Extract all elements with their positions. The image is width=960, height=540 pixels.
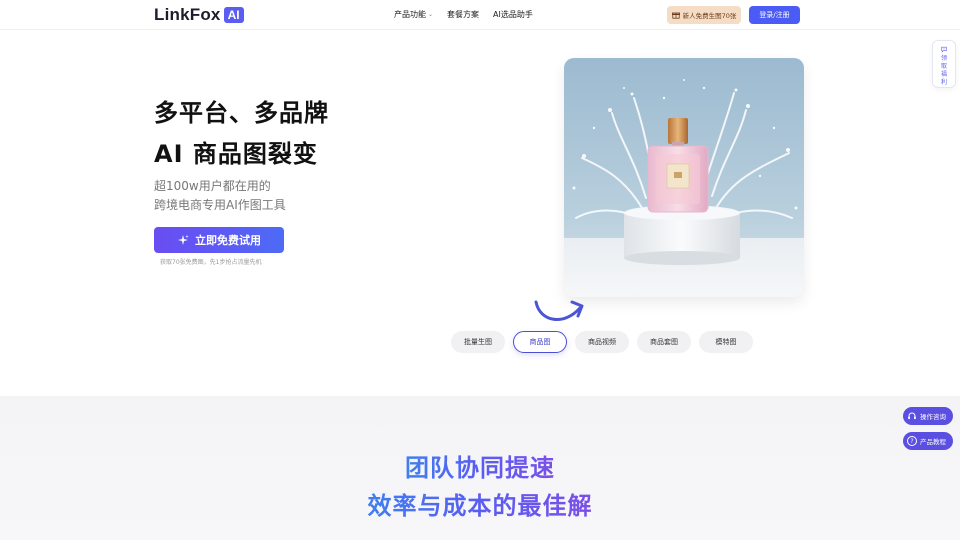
- main-nav: 产品功能 ⌄ 套餐方案 AI选品助手: [394, 9, 533, 20]
- welfare-label: 领取福利: [940, 55, 947, 86]
- hero-subtitle-line1: 超100w用户都在用的: [154, 179, 271, 193]
- tab-product-video[interactable]: 商品视频: [575, 331, 629, 353]
- cta-label: 立即免费试用: [195, 234, 261, 247]
- product-tutorial-button[interactable]: ? 产品教程: [903, 432, 953, 450]
- hero-subtitle-line2: 跨境电商专用AI作图工具: [154, 198, 286, 212]
- consult-label: 操作咨询: [920, 413, 946, 421]
- feature-tabs: 批量生图 商品图 商品视频 商品套图 模特图: [451, 331, 753, 353]
- nav-item-label: 产品功能: [394, 10, 426, 19]
- logo[interactable]: LinkFox AI: [154, 5, 244, 25]
- top-nav-bar: LinkFox AI 产品功能 ⌄ 套餐方案 AI选品助手 新人免费生图70张 …: [0, 0, 960, 30]
- curved-arrow-icon: [534, 300, 584, 321]
- nav-item-label: AI选品助手: [493, 10, 533, 19]
- nav-item-pricing[interactable]: 套餐方案: [447, 9, 479, 20]
- free-trial-button[interactable]: 立即免费试用: [154, 227, 284, 253]
- gift-icon: [671, 12, 680, 19]
- section-title-line1: 团队协同提速: [0, 448, 960, 483]
- tab-batch-generate[interactable]: 批量生图: [451, 331, 505, 353]
- nav-item-label: 套餐方案: [447, 10, 480, 19]
- logo-text: LinkFox: [154, 5, 221, 24]
- welfare-widget[interactable]: 领取福利: [932, 40, 956, 88]
- headset-icon: [908, 412, 916, 420]
- chevron-down-icon: ⌄: [428, 11, 434, 18]
- section-title-line1-text: 团队协同提速: [405, 454, 555, 482]
- help-icon: ?: [907, 436, 917, 446]
- section-title-line2-text: 效率与成本的最佳解: [367, 492, 593, 520]
- tab-model-image[interactable]: 模特图: [699, 331, 753, 353]
- tutorial-label: 产品教程: [920, 438, 946, 446]
- tab-product-image[interactable]: 商品图: [513, 331, 567, 353]
- hero-title-line1: 多平台、多品牌: [154, 99, 329, 127]
- promo-label: 新人免费生图70张: [682, 12, 737, 20]
- logo-badge: AI: [223, 7, 244, 23]
- product-showcase-image: [564, 58, 804, 297]
- nav-item-ai-assistant[interactable]: AI选品助手: [493, 9, 533, 20]
- tab-product-set[interactable]: 商品套图: [637, 331, 691, 353]
- cta-note: 获取70张免费图，先1步抢占流量先机: [160, 259, 262, 266]
- team-efficiency-section: 团队协同提速 效率与成本的最佳解: [0, 396, 960, 540]
- sparkle-icon: [178, 235, 189, 245]
- perfume-bottle-illustration: [564, 58, 804, 297]
- nav-item-product-features[interactable]: 产品功能 ⌄: [394, 9, 433, 20]
- hero-title-line2: AI 商品图裂变: [154, 140, 318, 168]
- chat-icon: [941, 46, 947, 53]
- new-user-promo-button[interactable]: 新人免费生图70张: [667, 6, 741, 24]
- login-register-button[interactable]: 登录/注册: [749, 6, 800, 24]
- section-title-line2: 效率与成本的最佳解: [0, 486, 960, 521]
- operation-consult-button[interactable]: 操作咨询: [903, 407, 953, 425]
